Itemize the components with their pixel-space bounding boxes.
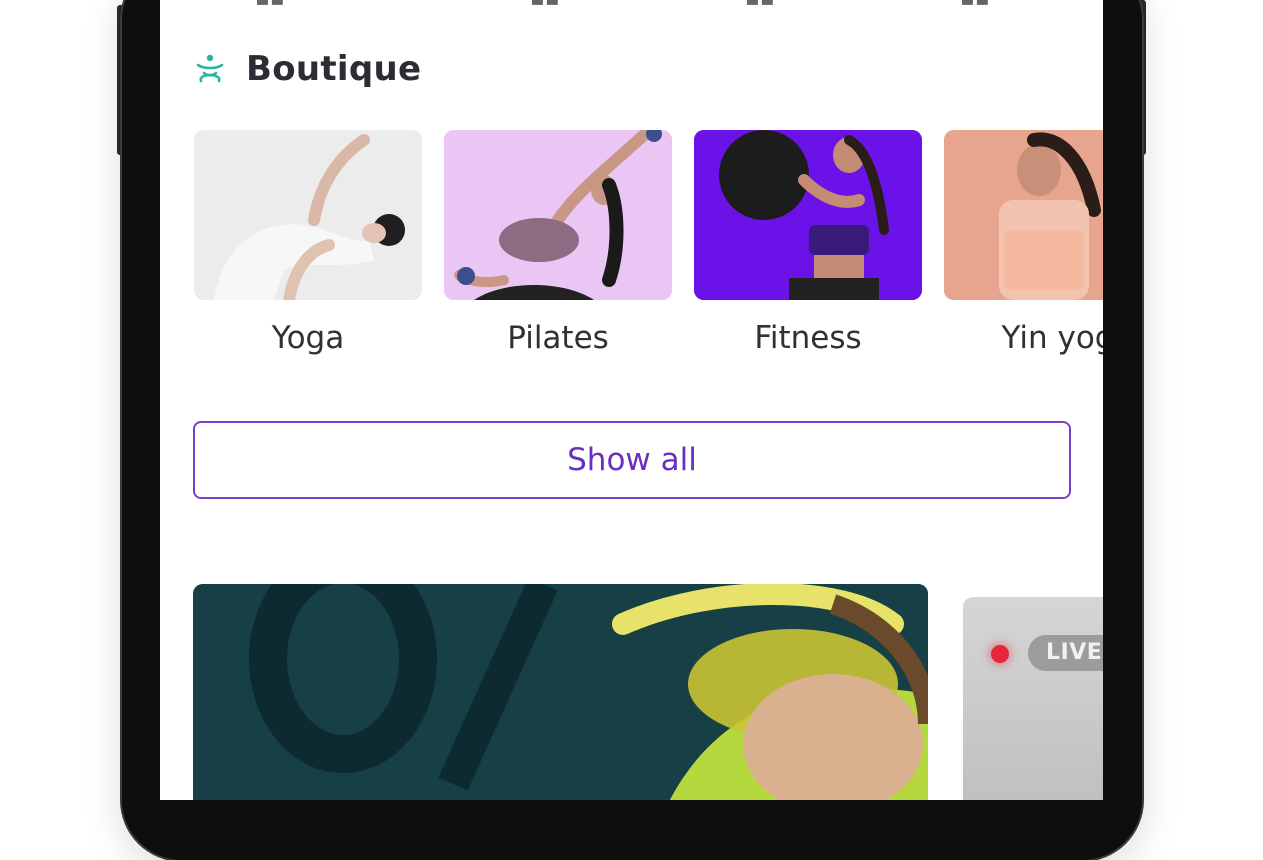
category-label: Yin yog [1001, 320, 1103, 356]
category-image-fitness [694, 130, 922, 300]
top-tab-fragment[interactable]: ▪▪ [745, 0, 775, 11]
live-badge: LIVE [1028, 635, 1103, 671]
top-tab-fragment[interactable]: ▪▪ [530, 0, 560, 11]
category-card-fitness[interactable]: Fitness [694, 130, 922, 356]
category-image-yin-yoga [944, 130, 1103, 300]
section-title: Boutique [246, 49, 422, 89]
show-all-button[interactable]: Show all [193, 421, 1071, 499]
live-class-card[interactable]: LIVE [963, 597, 1103, 800]
category-label: Pilates [507, 320, 609, 356]
category-card-pilates[interactable]: Pilates [444, 130, 672, 356]
lotus-icon [196, 54, 224, 83]
app-screen: ▪▪ ▪▪ ▪▪ ▪▪ Boutique Yoga [160, 0, 1103, 800]
category-label: Yoga [271, 320, 345, 356]
category-card-yoga[interactable]: Yoga [194, 130, 422, 356]
live-record-dot [991, 645, 1009, 663]
category-card-yin-yoga[interactable]: Yin yog [944, 130, 1103, 356]
category-image-pilates [444, 130, 672, 300]
top-tab-row: ▪▪ ▪▪ ▪▪ ▪▪ [160, 0, 1103, 11]
section-header: Boutique [194, 46, 421, 92]
top-tab-fragment[interactable]: ▪▪ [960, 0, 990, 11]
category-label: Fitness [754, 320, 862, 356]
category-image-yoga [194, 130, 422, 300]
top-tab-fragment[interactable]: ▪▪ [255, 0, 285, 11]
promo-image [193, 584, 928, 800]
promo-card[interactable] [193, 584, 928, 800]
